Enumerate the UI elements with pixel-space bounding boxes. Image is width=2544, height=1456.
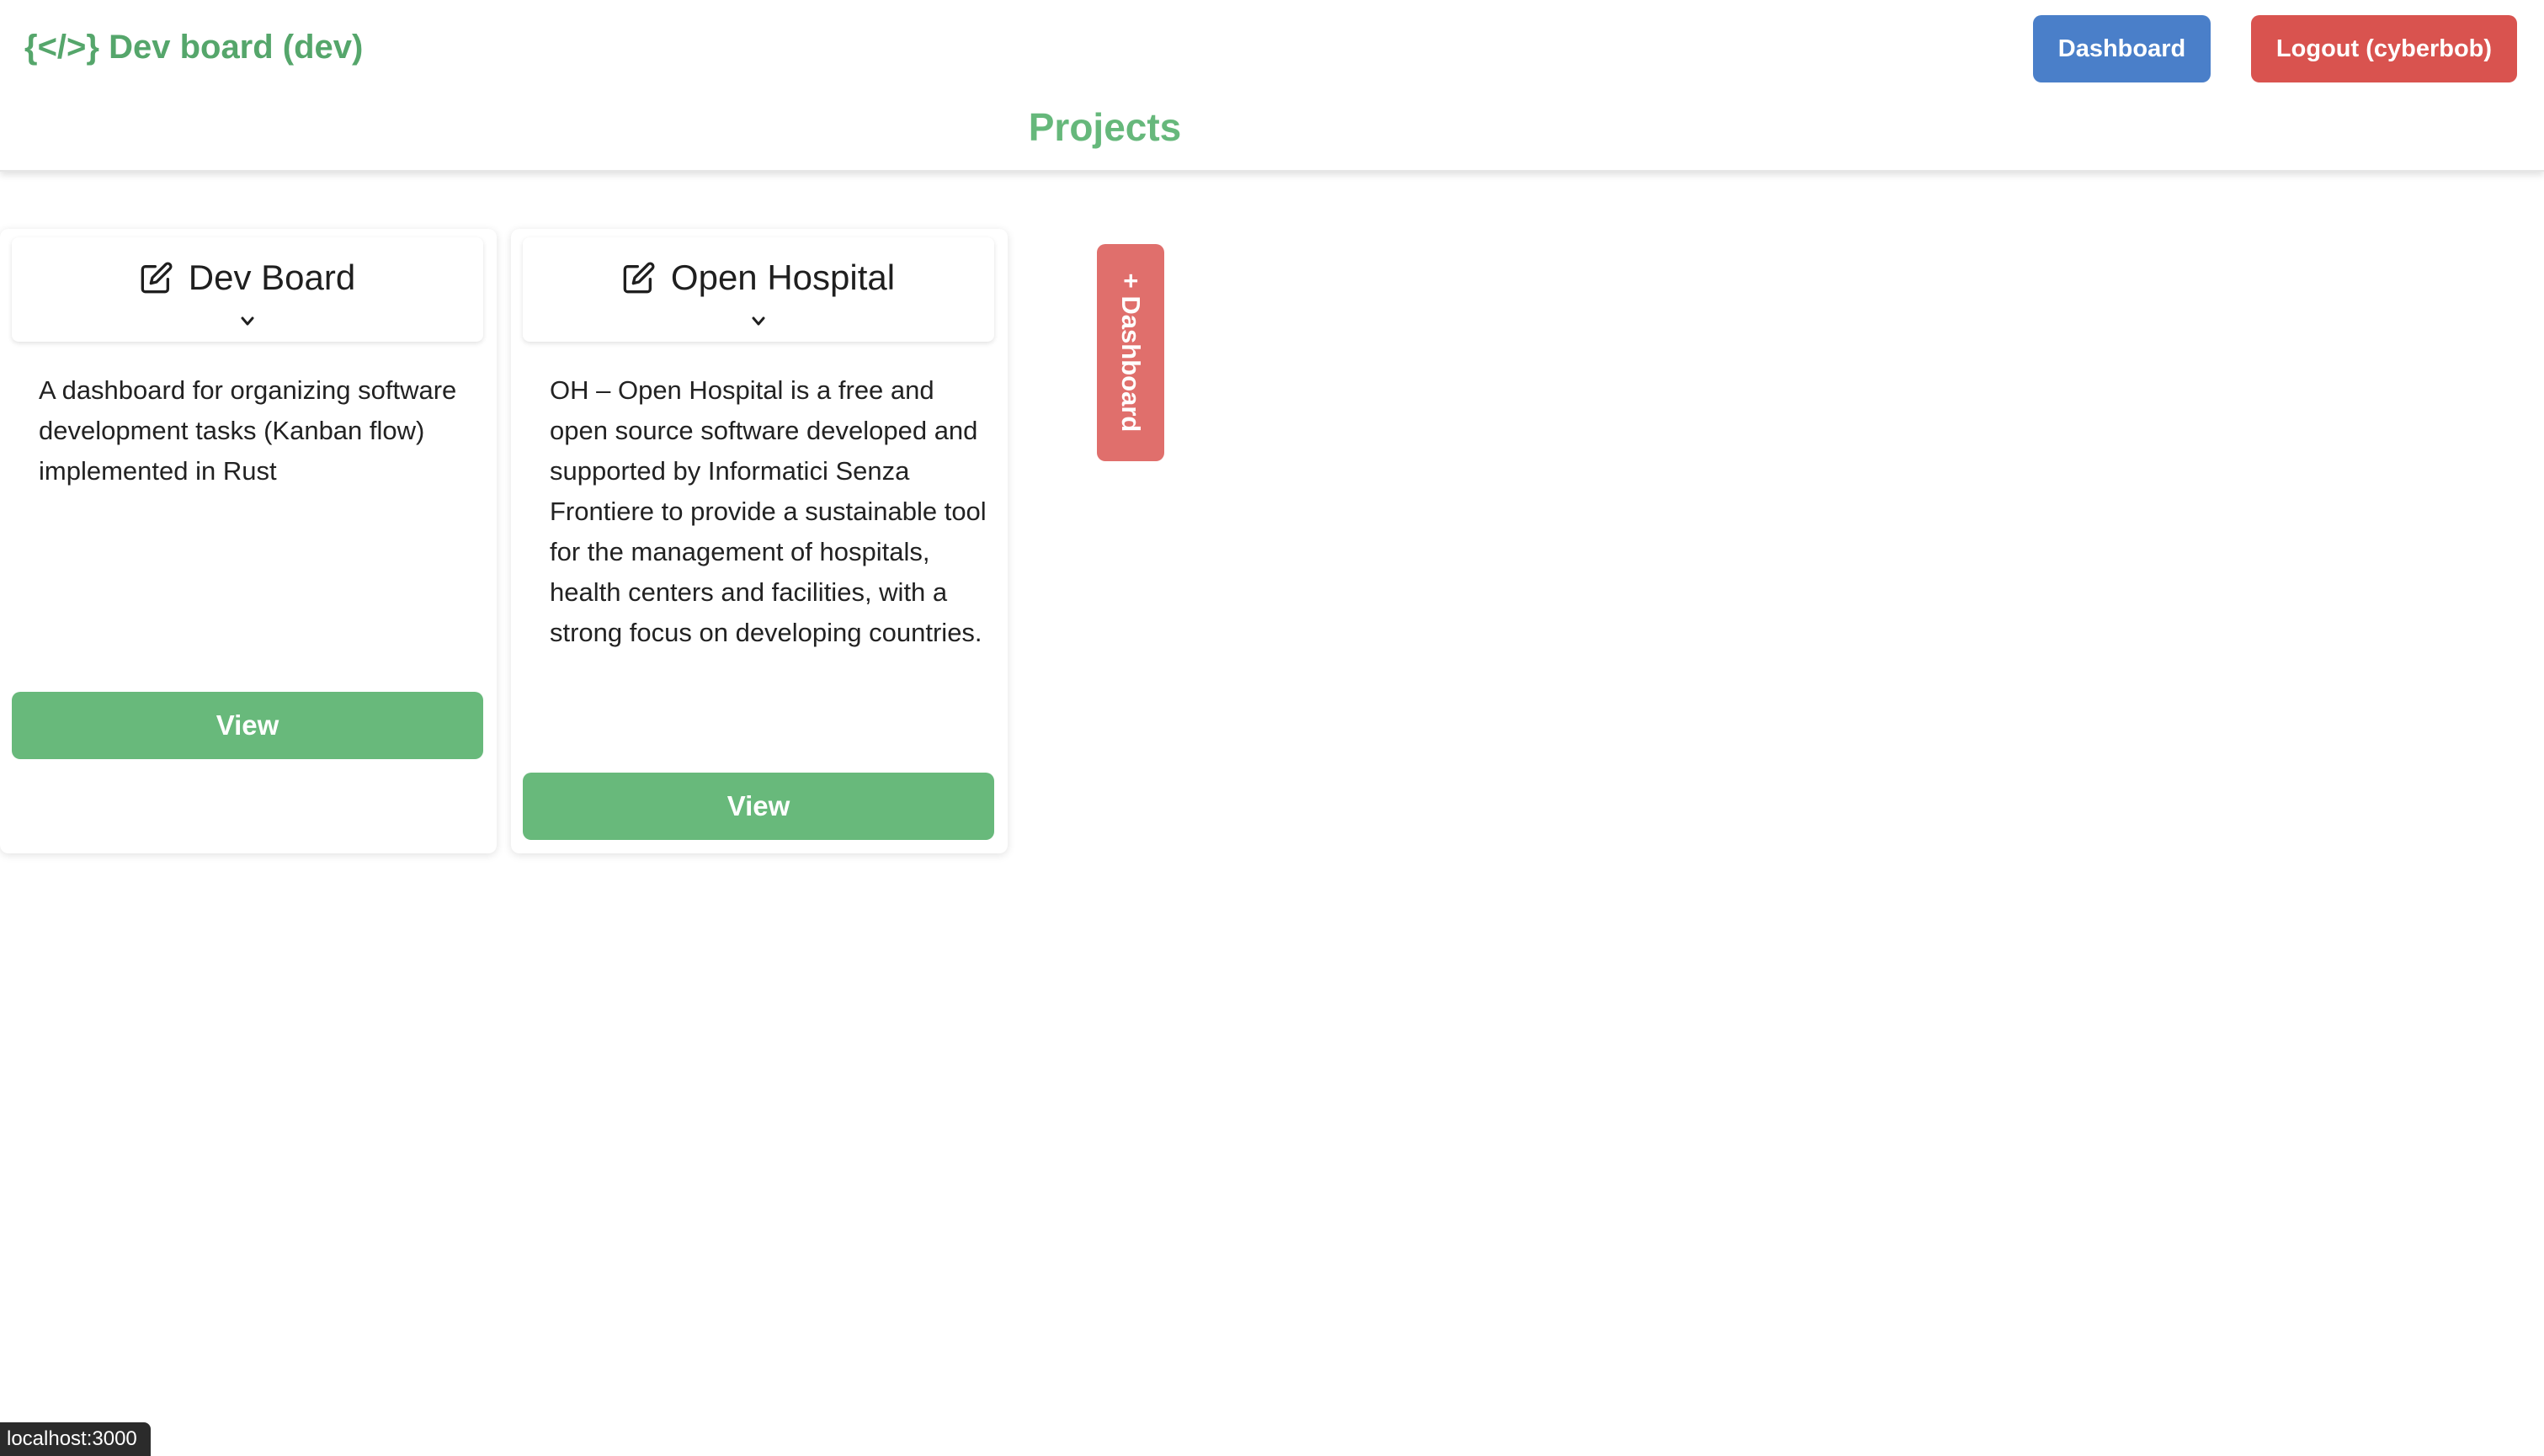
top-bar: {</>} Dev board (dev) Dashboard Logout (… <box>0 0 2544 172</box>
chevron-down-icon[interactable] <box>748 315 769 328</box>
project-card-open-hospital: Open Hospital OH – Open Hospital is a fr… <box>511 229 1008 853</box>
project-title: Dev Board <box>188 258 356 297</box>
view-project-button[interactable]: View <box>523 773 994 840</box>
project-title: Open Hospital <box>670 258 896 297</box>
add-dashboard-button[interactable]: + Dashboard <box>1097 244 1164 461</box>
page-title: Projects <box>1028 105 1182 149</box>
edit-icon[interactable] <box>140 261 173 295</box>
chevron-down-icon[interactable] <box>237 315 258 328</box>
add-dashboard-label: + Dashboard <box>1116 273 1146 433</box>
app-brand[interactable]: {</>} Dev board (dev) <box>24 29 363 66</box>
dashboard-button[interactable]: Dashboard <box>2033 15 2211 82</box>
project-description: OH – Open Hospital is a free and open so… <box>550 375 987 647</box>
status-bar-url: localhost:3000 <box>0 1422 151 1456</box>
view-project-button[interactable]: View <box>12 692 483 759</box>
edit-icon[interactable] <box>622 261 656 295</box>
logout-button[interactable]: Logout (cyberbob) <box>2251 15 2517 82</box>
project-description: A dashboard for organizing software deve… <box>39 375 457 486</box>
project-card-header: Dev Board <box>12 237 483 342</box>
project-card-header: Open Hospital <box>523 237 994 342</box>
project-card-dev-board: Dev Board A dashboard for organizing sof… <box>0 229 497 853</box>
